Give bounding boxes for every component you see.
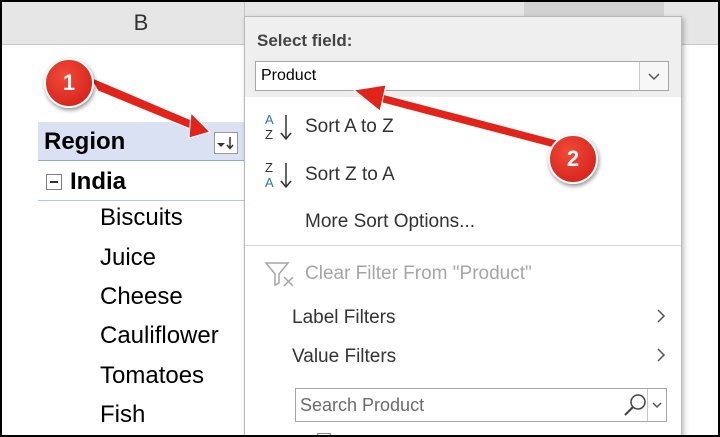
filter-dropdown-button[interactable] bbox=[214, 132, 238, 154]
chevron-down-icon bbox=[648, 73, 660, 81]
more-sort-options-label: More Sort Options... bbox=[305, 211, 476, 232]
clear-filter-label: Clear Filter From "Product" bbox=[305, 263, 532, 284]
svg-text:Z: Z bbox=[265, 127, 273, 142]
filter-menu-panel: Select field: Product A Z Sort A to Z Z … bbox=[244, 16, 682, 435]
annotation-badge-2: 2 bbox=[548, 134, 598, 184]
region-header-cell[interactable]: Region bbox=[38, 122, 244, 161]
search-options-dropdown[interactable] bbox=[647, 389, 666, 421]
svg-text:A: A bbox=[265, 175, 274, 190]
sort-z-to-a-label: Sort Z to A bbox=[305, 164, 395, 185]
clear-filter-icon bbox=[264, 262, 294, 287]
clear-filter-item: Clear Filter From "Product" bbox=[245, 254, 681, 292]
select-field-dropdown-button[interactable] bbox=[639, 62, 668, 90]
column-header-b[interactable]: B bbox=[38, 2, 245, 44]
sort-a-to-z-item[interactable]: A Z Sort A to Z bbox=[245, 107, 681, 145]
list-item[interactable]: Fish bbox=[100, 401, 145, 429]
svg-text:Z: Z bbox=[265, 160, 273, 175]
list-item[interactable]: Biscuits bbox=[100, 204, 183, 232]
label-filters-item[interactable]: Label Filters bbox=[245, 299, 681, 335]
svg-text:A: A bbox=[265, 112, 274, 127]
sort-filter-icon bbox=[217, 137, 234, 150]
select-all-checkbox[interactable] bbox=[317, 433, 331, 435]
select-field-dropdown[interactable]: Product bbox=[255, 61, 669, 91]
annotation-badge-1: 1 bbox=[44, 58, 94, 108]
more-sort-options-item[interactable]: More Sort Options... bbox=[245, 202, 681, 240]
sort-a-to-z-icon: A Z bbox=[265, 112, 292, 142]
search-icon[interactable] bbox=[622, 392, 648, 418]
menu-divider bbox=[245, 245, 681, 246]
sort-a-to-z-label: Sort A to Z bbox=[305, 116, 394, 137]
collapse-icon[interactable] bbox=[46, 174, 62, 190]
excel-window: B Region India Biscuits Juice Cheese Cau… bbox=[0, 0, 720, 437]
group-label: India bbox=[70, 168, 127, 195]
group-row-india[interactable]: India bbox=[38, 162, 244, 201]
chevron-right-icon bbox=[657, 309, 666, 323]
select-field-area: Select field: Product bbox=[245, 17, 681, 97]
list-item[interactable]: Tomatoes bbox=[100, 362, 204, 390]
list-item[interactable]: Cheese bbox=[100, 283, 183, 311]
region-label: Region bbox=[44, 128, 126, 155]
value-filters-label: Value Filters bbox=[292, 346, 397, 367]
search-input[interactable] bbox=[298, 391, 622, 419]
list-item[interactable]: Juice bbox=[100, 244, 156, 272]
chevron-right-icon bbox=[657, 348, 666, 362]
chevron-down-icon bbox=[652, 402, 662, 409]
select-field-label: Select field: bbox=[257, 31, 353, 50]
value-filters-item[interactable]: Value Filters bbox=[245, 338, 681, 374]
list-item[interactable]: Cauliflower bbox=[100, 322, 219, 350]
sort-z-to-a-icon: Z A bbox=[265, 160, 292, 190]
sort-z-to-a-item[interactable]: Z A Sort Z to A bbox=[245, 155, 681, 193]
label-filters-label: Label Filters bbox=[292, 307, 396, 328]
selected-field-value: Product bbox=[261, 67, 317, 84]
search-product-box[interactable] bbox=[295, 388, 667, 422]
